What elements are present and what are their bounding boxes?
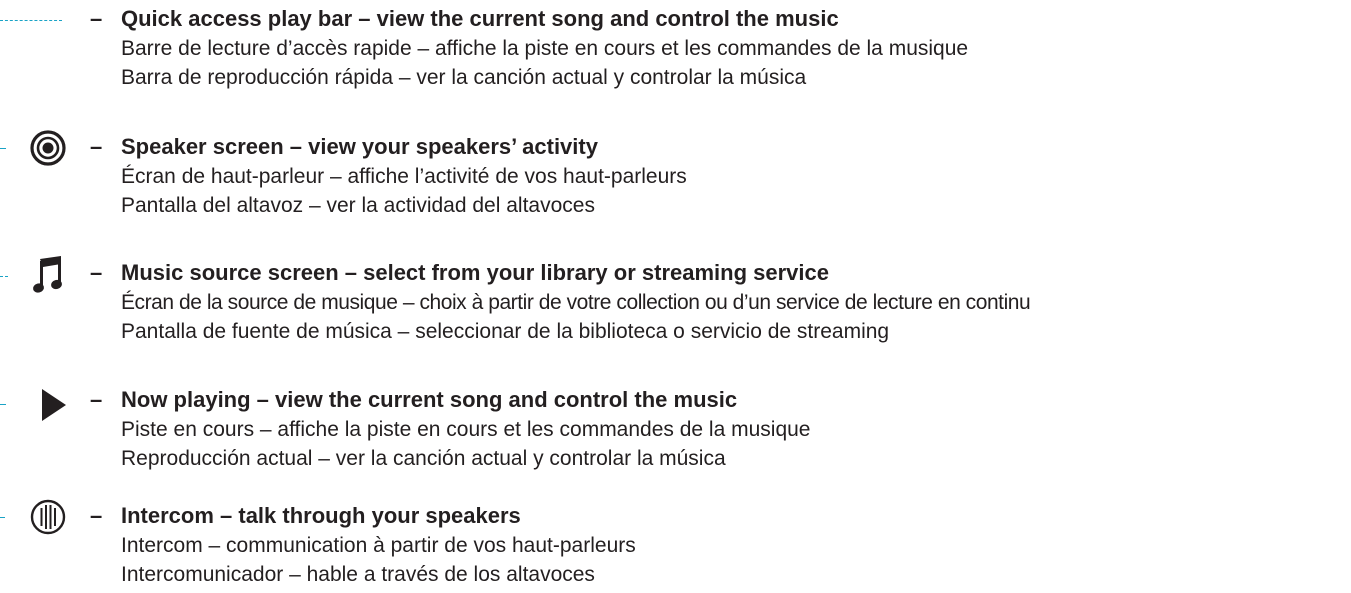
entry-description-es: Pantalla del altavoz – ver la actividad … (121, 194, 595, 217)
entry-description-es: Barra de reproducción rápida – ver la ca… (121, 66, 807, 89)
entry-title-en: Speaker screen – view your speakers’ act… (121, 134, 598, 159)
separator-dash: – (90, 6, 103, 31)
separator-dash: – (90, 134, 103, 159)
dashed-leader-line (0, 517, 5, 518)
entry-description-fr: Barre de lecture d’accès rapide – affich… (121, 37, 969, 60)
entry-description-es: Reproducción actual – ver la canción act… (121, 447, 726, 470)
separator-dash: – (90, 503, 103, 528)
entry-description-fr: Intercom – communication à partir de vos… (121, 534, 636, 557)
entry-description-es: Pantalla de fuente de música – seleccion… (121, 320, 890, 343)
entry-description-fr: Écran de la source de musique – choix à … (121, 291, 1031, 314)
dashed-leader-line (0, 20, 62, 21)
entry-description-es: Intercomunicador – hable a través de los… (121, 563, 595, 586)
dashed-leader-line (0, 148, 6, 149)
entry-title-en: Quick access play bar – view the current… (121, 6, 839, 31)
dashed-leader-line (0, 404, 6, 405)
entry-title-en: Music source screen – select from your l… (121, 260, 829, 285)
entry-title-en: Intercom – talk through your speakers (121, 503, 521, 528)
entry-description-fr: Piste en cours – affiche la piste en cou… (121, 418, 811, 441)
separator-dash: – (90, 260, 103, 285)
separator-dash: – (90, 387, 103, 412)
intercom-icon (28, 497, 68, 537)
entry-description-fr: Écran de haut-parleur – affiche l’activi… (121, 165, 687, 188)
speaker-icon (28, 128, 68, 168)
entry-title-en: Now playing – view the current song and … (121, 387, 738, 412)
play-icon (34, 385, 74, 425)
music-note-icon (30, 255, 70, 295)
dashed-leader-line (0, 276, 8, 277)
